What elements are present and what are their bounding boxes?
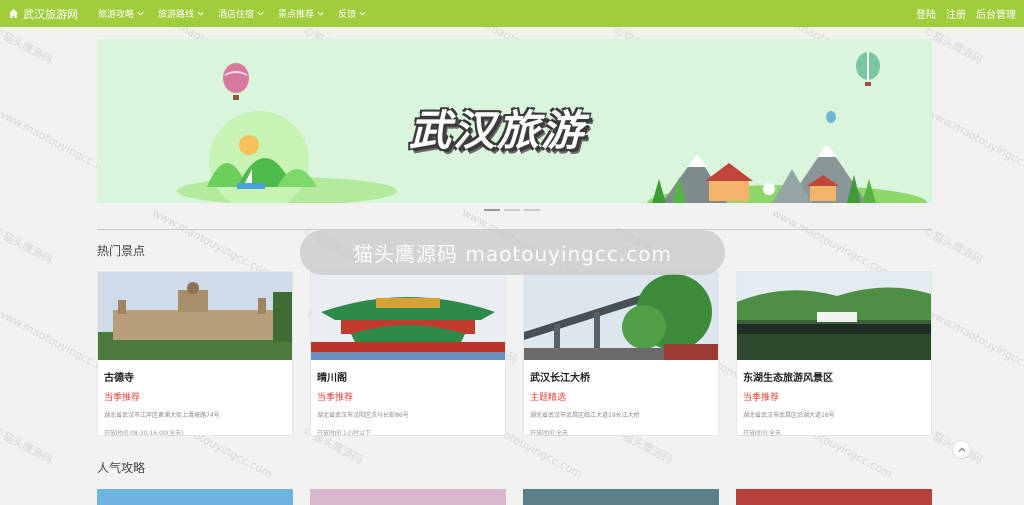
- spot-card[interactable]: 晴川阁 当季推荐 湖北省武汉市汉阳区洗马长街86号 开放时间:1小时以下: [310, 271, 506, 437]
- guide-card-list: [97, 489, 932, 505]
- guide-card-thumb[interactable]: [310, 489, 506, 505]
- chevron-down-icon: [137, 11, 144, 16]
- guide-card-thumb[interactable]: [736, 489, 932, 505]
- carousel-dot[interactable]: [504, 209, 520, 211]
- spot-name: 东湖生态旅游风景区: [743, 373, 833, 384]
- watermark-tile: www.maotouyingcc.com: [769, 206, 895, 281]
- watermark-tile: www.maotouyingcc.com: [149, 206, 275, 281]
- watermark-tile: ©猫头鹰源码: [0, 424, 55, 467]
- login-link[interactable]: 登陆: [916, 6, 936, 21]
- spot-tag: 当季推荐: [317, 393, 354, 403]
- main-nav: 旅游攻略 旅游路线 酒店住宿 景点推荐 反馈: [98, 7, 380, 20]
- register-link[interactable]: 注册: [946, 6, 966, 21]
- spot-hours: 开放时间:1小时以下: [317, 430, 371, 437]
- spot-name: 晴川阁: [317, 373, 347, 384]
- spot-card[interactable]: 古德寺 当季推荐 湖北省武汉市江岸区黄浦大街上滑坡路74号 开放时间:08:30…: [97, 271, 293, 437]
- watermark-tile: www.maotouyingcc.com: [924, 106, 1024, 181]
- spot-photo: [311, 272, 505, 360]
- spot-photo: [524, 272, 718, 360]
- nav-feedback[interactable]: 反馈: [338, 7, 366, 20]
- hot-spots-heading: 热门景点: [97, 244, 146, 258]
- spot-tag: 当季推荐: [104, 393, 141, 403]
- banner-title: 武汉旅游: [409, 106, 586, 155]
- guide-card-thumb[interactable]: [97, 489, 293, 505]
- spot-hours: 开放时间:08:30-16:00(全天): [104, 430, 184, 437]
- spot-address: 湖北省武汉市武昌区临江大道19长江大桥: [530, 412, 640, 419]
- hero-banner[interactable]: 武汉旅游: [97, 39, 932, 203]
- chevron-down-icon: [317, 11, 324, 16]
- guide-card-thumb[interactable]: [523, 489, 719, 505]
- brand-name: 武汉旅游网: [23, 7, 78, 21]
- spot-hours: 开放时间:全天: [743, 430, 782, 437]
- spot-tag: 当季推荐: [743, 393, 780, 403]
- carousel-indicators: [484, 209, 540, 211]
- chevron-down-icon: [197, 11, 204, 16]
- nav-hotels[interactable]: 酒店住宿: [218, 7, 264, 20]
- watermark-tile: www.maotouyingcc.com: [924, 306, 1024, 381]
- chevron-down-icon: [257, 11, 264, 16]
- spot-address: 湖北省武汉市武昌区沿湖大道16号: [743, 412, 835, 419]
- popular-guides-heading: 人气攻略: [97, 461, 146, 475]
- spot-card-list: 古德寺 当季推荐 湖北省武汉市江岸区黄浦大街上滑坡路74号 开放时间:08:30…: [97, 271, 932, 437]
- spot-address: 湖北省武汉市江岸区黄浦大街上滑坡路74号: [104, 412, 220, 419]
- spot-card[interactable]: 东湖生态旅游风景区 当季推荐 湖北省武汉市武昌区沿湖大道16号 开放时间:全天: [736, 271, 932, 437]
- spot-photo: [98, 272, 292, 360]
- chevron-up-icon: [958, 447, 965, 452]
- nav-label: 酒店住宿: [218, 10, 255, 20]
- nav-label: 反馈: [338, 10, 357, 20]
- back-to-top-button[interactable]: [952, 440, 971, 459]
- user-nav: 登陆 注册 后台管理: [906, 6, 1016, 21]
- watermark-tile: ©猫头鹰源码: [0, 224, 55, 267]
- spot-photo: [737, 272, 931, 360]
- nav-spots[interactable]: 景点推荐: [278, 7, 324, 20]
- nav-label: 旅游攻略: [98, 10, 135, 20]
- carousel-dot[interactable]: [484, 209, 500, 211]
- spot-hours: 开放时间:全天: [530, 430, 569, 437]
- top-navbar: 武汉旅游网 旅游攻略 旅游路线 酒店住宿 景点推荐 反馈 登陆 注册 后台管理: [0, 0, 1024, 27]
- nav-guides[interactable]: 旅游攻略: [98, 7, 144, 20]
- spot-card[interactable]: 武汉长江大桥 主题精选 湖北省武汉市武昌区临江大道19长江大桥 开放时间:全天: [523, 271, 719, 437]
- spot-tag: 主题精选: [530, 393, 567, 403]
- spot-name: 古德寺: [104, 373, 134, 384]
- brand-link[interactable]: 武汉旅游网: [8, 6, 78, 22]
- spot-name: 武汉长江大桥: [530, 373, 590, 384]
- nav-label: 景点推荐: [278, 10, 315, 20]
- nav-routes[interactable]: 旅游路线: [158, 7, 204, 20]
- watermark-tile: ©猫头鹰源码: [0, 27, 55, 67]
- admin-link[interactable]: 后台管理: [976, 6, 1016, 21]
- carousel-dot[interactable]: [524, 209, 540, 211]
- chevron-down-icon: [359, 11, 366, 16]
- watermark-banner: 猫头鹰源码 maotouyingcc.com: [300, 230, 725, 275]
- home-icon: [8, 8, 19, 19]
- spot-address: 湖北省武汉市汉阳区洗马长街86号: [317, 412, 409, 419]
- nav-label: 旅游路线: [158, 10, 195, 20]
